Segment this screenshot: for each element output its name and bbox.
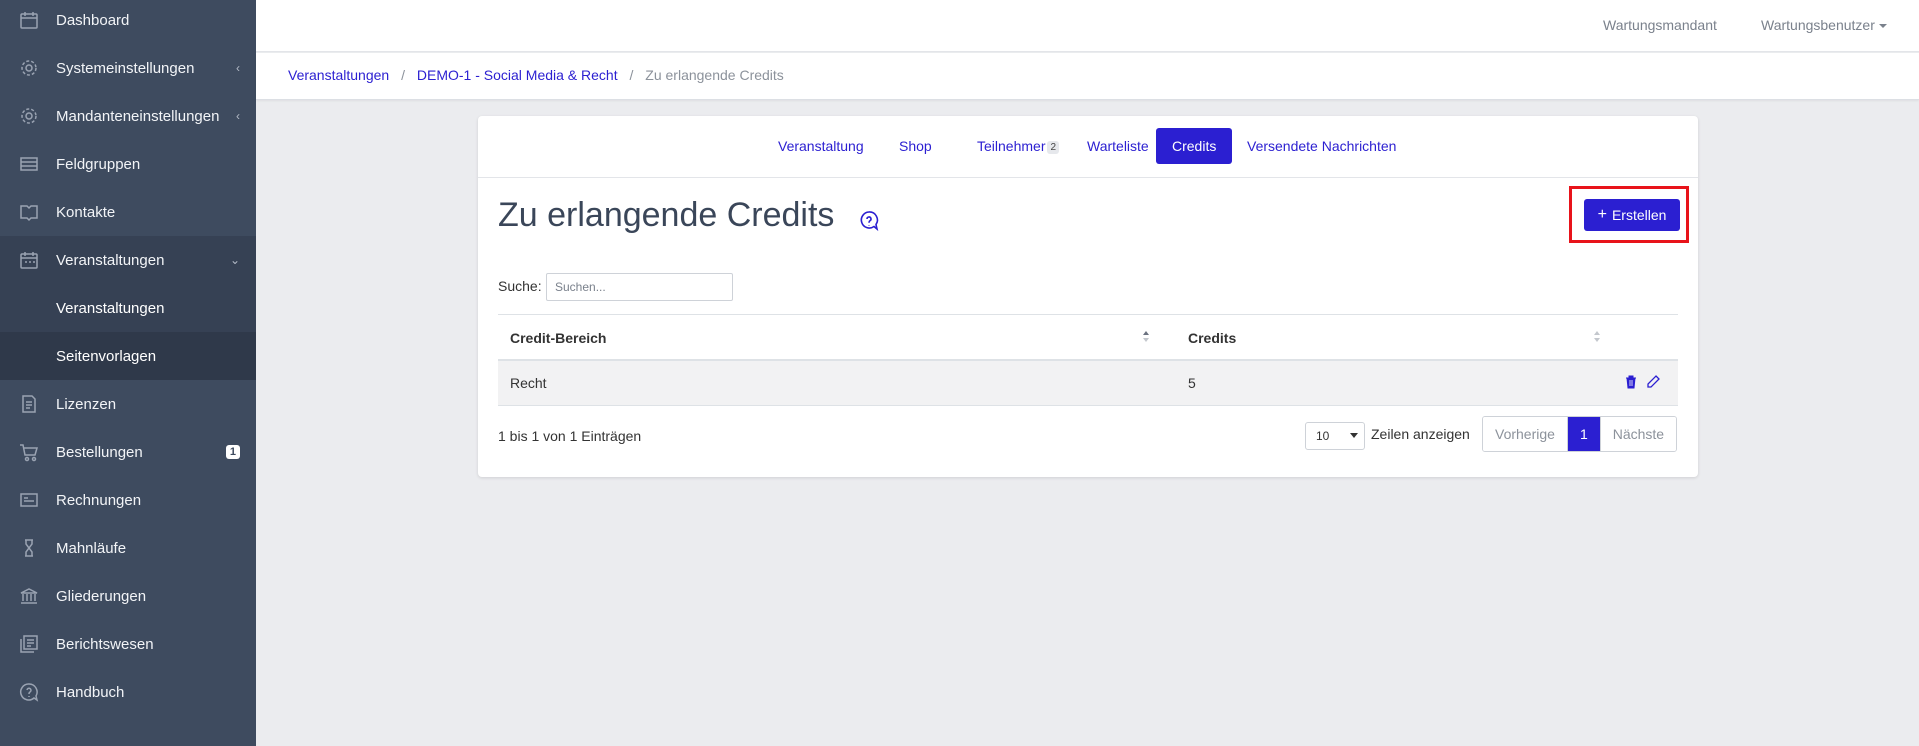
edit-pencil-icon[interactable] <box>1645 374 1661 390</box>
sidebar-item-label: Systemeinstellungen <box>56 59 195 77</box>
sidebar-item-veranstaltungen[interactable]: Veranstaltungen ⌄ <box>0 236 256 284</box>
gear-icon <box>19 58 39 78</box>
sidebar-item-label: Lizenzen <box>56 395 117 413</box>
cart-icon <box>19 442 39 462</box>
sidebar: Dashboard Systemeinstellungen ‹ Mandante… <box>0 0 256 746</box>
page-length-value: 10 <box>1316 429 1330 443</box>
pagination-page[interactable]: 1 <box>1567 417 1601 451</box>
sidebar-item-label: Feldgruppen <box>56 155 141 173</box>
search-input[interactable] <box>546 273 733 301</box>
gear-icon <box>19 106 39 126</box>
sidebar-item-label: Rechnungen <box>56 491 142 509</box>
help-icon <box>19 682 39 702</box>
tab-versendete-nachrichten[interactable]: Versendete Nachrichten <box>1231 128 1412 164</box>
book-icon <box>19 202 39 222</box>
column-header-credit-bereich[interactable]: Credit-Bereich <box>510 330 606 346</box>
breadcrumb-bar: Veranstaltungen / DEMO-1 - Social Media … <box>256 53 1919 100</box>
sidebar-item-label: Berichtswesen <box>56 635 154 653</box>
create-button-label: Erstellen <box>1611 207 1667 223</box>
sort-icon[interactable] <box>1594 329 1602 345</box>
top-bar: Wartungsmandant Wartungsbenutzer <box>256 0 1919 52</box>
tab-credits[interactable]: Credits <box>1156 128 1233 164</box>
report-icon <box>19 634 39 654</box>
user-menu-label: Wartungsbenutzer <box>1761 17 1875 33</box>
sidebar-item-label: Gliederungen <box>56 587 147 605</box>
sidebar-item-bestellungen[interactable]: Bestellungen 1 <box>0 428 256 476</box>
pagination-previous[interactable]: Vorherige <box>1483 417 1568 451</box>
page-title: Zu erlangende Credits <box>498 196 835 234</box>
sidebar-subitem-seitenvorlagen[interactable]: Seitenvorlagen <box>0 332 256 380</box>
count-badge: 2 <box>1047 140 1060 154</box>
breadcrumb: Veranstaltungen / DEMO-1 - Social Media … <box>288 67 784 83</box>
tenant-link[interactable]: Wartungsmandant <box>1603 17 1717 33</box>
help-chat-icon[interactable] <box>858 210 880 232</box>
sidebar-subitem-veranstaltungen[interactable]: Veranstaltungen <box>0 284 256 332</box>
chevron-down-icon <box>1350 433 1358 438</box>
sort-icon[interactable] <box>1143 329 1151 345</box>
breadcrumb-link-event[interactable]: DEMO-1 - Social Media & Recht <box>417 67 618 83</box>
cell-credits: 5 <box>1188 375 1196 391</box>
sidebar-subitem-label: Veranstaltungen <box>56 299 165 317</box>
user-menu[interactable]: Wartungsbenutzer <box>1761 17 1887 33</box>
sidebar-subitem-label: Seitenvorlagen <box>56 347 157 365</box>
sidebar-item-label: Bestellungen <box>56 443 143 461</box>
cell-credit-bereich: Recht <box>510 375 547 391</box>
sidebar-item-label: Kontakte <box>56 203 116 221</box>
tab-veranstaltung[interactable]: Veranstaltung <box>762 128 880 164</box>
chevron-left-icon: ‹ <box>236 109 240 123</box>
sidebar-item-systemeinstellungen[interactable]: Systemeinstellungen ‹ <box>0 44 256 92</box>
sidebar-item-feldgruppen[interactable]: Feldgruppen <box>0 140 256 188</box>
search-label: Suche: <box>498 278 542 294</box>
sidebar-item-gliederungen[interactable]: Gliederungen <box>0 572 256 620</box>
column-header-credits[interactable]: Credits <box>1188 330 1236 346</box>
table-header: Credit-Bereich Credits <box>498 314 1678 361</box>
sidebar-item-label: Mandanteneinstellungen <box>56 107 220 125</box>
tab-bar: Veranstaltung Shop Teilnehmer 2 Wartelist… <box>478 116 1698 178</box>
plus-icon: + <box>1597 206 1607 223</box>
sidebar-item-dashboard[interactable]: Dashboard <box>0 0 256 44</box>
page-length-label: Zeilen anzeigen <box>1371 426 1470 442</box>
breadcrumb-link-veranstaltungen[interactable]: Veranstaltungen <box>288 67 389 83</box>
breadcrumb-separator: / <box>629 67 634 83</box>
sidebar-item-mandanteneinstellungen[interactable]: Mandanteneinstellungen ‹ <box>0 92 256 140</box>
calendar-icon <box>19 10 39 30</box>
pagination-next[interactable]: Nächste <box>1600 417 1677 451</box>
sidebar-item-handbuch[interactable]: Handbuch <box>0 668 256 716</box>
trash-icon[interactable] <box>1623 374 1639 390</box>
list-icon <box>19 154 39 174</box>
invoice-icon <box>19 490 39 510</box>
pagination: Vorherige 1 Nächste <box>1482 416 1678 452</box>
calendar-icon <box>19 250 39 270</box>
caret-down-icon <box>1878 24 1887 29</box>
tab-warteliste[interactable]: Warteliste <box>1071 128 1165 164</box>
document-icon <box>19 394 39 414</box>
hourglass-icon <box>19 538 39 558</box>
sidebar-item-label: Dashboard <box>56 11 130 29</box>
chevron-down-icon: ⌄ <box>229 253 240 267</box>
tab-teilnehmer[interactable]: Teilnehmer 2 <box>961 128 1075 164</box>
sidebar-item-kontakte[interactable]: Kontakte <box>0 188 256 236</box>
chevron-left-icon: ‹ <box>236 61 240 75</box>
tab-label: Teilnehmer <box>977 138 1046 154</box>
sidebar-item-rechnungen[interactable]: Rechnungen <box>0 476 256 524</box>
page-length-select[interactable]: 10 <box>1305 422 1365 450</box>
table-info: 1 bis 1 von 1 Einträgen <box>498 428 642 444</box>
sidebar-item-label: Handbuch <box>56 683 125 701</box>
bank-icon <box>19 586 39 606</box>
count-badge: 1 <box>225 445 240 459</box>
table-row: Recht 5 <box>498 361 1678 406</box>
tab-shop[interactable]: Shop <box>883 128 948 164</box>
create-button[interactable]: + Erstellen <box>1584 199 1680 231</box>
breadcrumb-separator: / <box>401 67 405 83</box>
credits-card: Veranstaltung Shop Teilnehmer 2 Wartelist… <box>478 116 1698 477</box>
sidebar-item-label: Mahnläufe <box>56 539 127 557</box>
sidebar-item-label: Veranstaltungen <box>56 251 165 269</box>
breadcrumb-current: Zu erlangende Credits <box>645 67 784 83</box>
sidebar-item-lizenzen[interactable]: Lizenzen <box>0 380 256 428</box>
sidebar-item-berichtswesen[interactable]: Berichtswesen <box>0 620 256 668</box>
sidebar-item-mahnlaeufe[interactable]: Mahnläufe <box>0 524 256 572</box>
